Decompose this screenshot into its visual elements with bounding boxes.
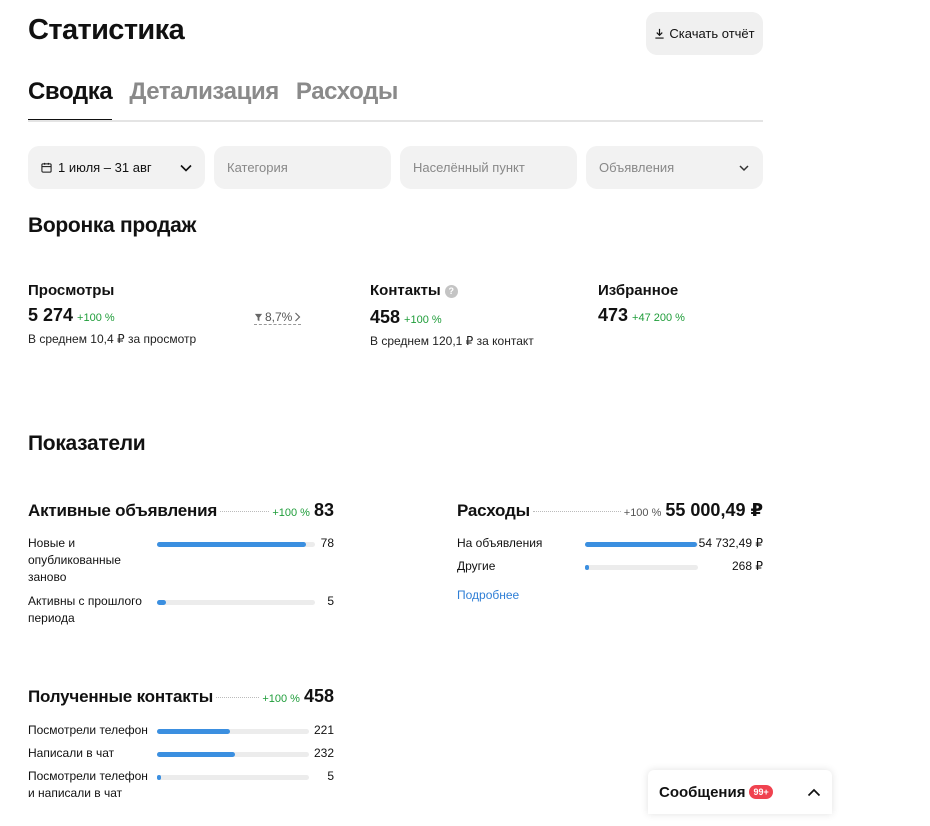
contacts-metric: Контакты? 458 +100 % В среднем 120,1 ₽ за…: [370, 282, 534, 348]
dotted-leader: [220, 511, 270, 512]
contacts-row-value: 221: [313, 723, 334, 737]
dotted-leader: [216, 697, 260, 698]
active-ads-row-value: 78: [320, 536, 334, 550]
contacts-row-value: 232: [313, 746, 334, 760]
contacts-row-label: Написали в чат: [28, 746, 115, 760]
progress-fill: [585, 565, 589, 570]
active-ads-row-label: Активны с прошлого периода: [28, 594, 142, 625]
category-placeholder: Категория: [227, 160, 288, 175]
ads-select[interactable]: Объявления: [586, 146, 763, 189]
messages-badge: 99+: [749, 785, 773, 799]
favorites-label: Избранное: [598, 282, 679, 299]
progress-fill: [157, 752, 235, 757]
views-delta: +100 %: [77, 312, 115, 324]
chevron-up-icon[interactable]: [807, 788, 821, 797]
expenses-block: Расходы +100 % 55 000,49 ₽: [457, 500, 763, 521]
views-metric: Просмотры 5 274 +100 % В среднем 10,4 ₽ з…: [28, 282, 196, 346]
active-ads-row-value: 5: [327, 594, 334, 608]
expenses-total: 55 000,49 ₽: [665, 500, 763, 520]
ads-select-value: Объявления: [599, 160, 675, 175]
download-icon: [655, 28, 665, 39]
help-icon[interactable]: ?: [444, 284, 458, 298]
received-contacts-delta: +100 %: [262, 693, 300, 705]
progress-bar: [157, 729, 309, 734]
contacts-label: Контакты: [370, 282, 441, 299]
progress-bar: [157, 752, 309, 757]
progress-fill: [157, 542, 306, 547]
progress-fill: [157, 600, 167, 605]
received-contacts-title: Полученные контакты: [28, 687, 214, 706]
tabs-divider: [28, 120, 763, 122]
expenses-delta: +100 %: [623, 507, 662, 519]
tab-summary[interactable]: Сводка: [28, 78, 113, 122]
funnel-icon: [254, 313, 263, 321]
progress-bar: [157, 542, 315, 547]
more-details-link[interactable]: Подробнее: [457, 588, 519, 602]
contacts-value: 458: [370, 307, 401, 327]
progress-bar: [585, 565, 698, 570]
locality-placeholder: Населённый пункт: [413, 160, 525, 175]
active-ads-title: Активные объявления: [28, 501, 218, 520]
tab-bar: Сводка Детализация Расходы: [28, 78, 398, 122]
views-value: 5 274: [28, 305, 74, 325]
date-range-select[interactable]: 1 июля – 31 авг: [28, 146, 205, 189]
progress-bar: [157, 600, 315, 605]
progress-fill: [157, 775, 161, 780]
active-ads-row-label: Новые и опубликованные заново: [28, 536, 121, 584]
favorites-metric: Избранное 473 +47 200 %: [598, 282, 685, 326]
views-label: Просмотры: [28, 282, 115, 299]
download-report-label: Скачать отчёт: [669, 26, 755, 41]
indicators-title: Показатели: [28, 432, 146, 455]
contacts-delta: +100 %: [404, 314, 442, 326]
tab-expenses[interactable]: Расходы: [296, 78, 399, 122]
contacts-row-label: Посмотрели телефон: [28, 723, 148, 737]
locality-input[interactable]: Населённый пункт: [400, 146, 577, 189]
expenses-title: Расходы: [457, 501, 530, 520]
funnel-title: Воронка продаж: [28, 214, 197, 237]
dotted-leader: [532, 511, 621, 512]
chevron-down-icon: [180, 164, 192, 172]
chevron-right-icon: [295, 312, 301, 322]
progress-bar: [585, 542, 698, 547]
received-contacts-total: 458: [303, 686, 334, 706]
active-ads-delta: +100 %: [272, 507, 310, 519]
calendar-icon: [41, 162, 52, 173]
progress-fill: [157, 729, 230, 734]
favorites-value: 473: [598, 305, 629, 325]
views-sub: В среднем 10,4 ₽ за просмотр: [28, 332, 197, 346]
contacts-row-label: Посмотрели телефон и написали в чат: [28, 769, 148, 800]
progress-bar: [157, 775, 309, 780]
expenses-row-value: 54 732,49 ₽: [698, 536, 763, 550]
received-contacts-block: Полученные контакты +100 % 458: [28, 686, 334, 707]
expenses-row-label: На объявления: [457, 536, 543, 550]
expenses-row-label: Другие: [457, 559, 496, 573]
date-range-value: 1 июля – 31 авг: [58, 160, 152, 175]
download-report-button[interactable]: Скачать отчёт: [646, 12, 763, 55]
messages-widget[interactable]: Сообщения 99+: [648, 770, 832, 814]
progress-fill: [585, 542, 697, 547]
expenses-row-value: 268 ₽: [732, 559, 763, 573]
contacts-row-value: 5: [327, 769, 334, 783]
page-title: Статистика: [28, 14, 185, 46]
conversion-link[interactable]: 8,7%: [254, 310, 302, 325]
category-input[interactable]: Категория: [214, 146, 391, 189]
conversion-value: 8,7%: [265, 310, 293, 324]
contacts-sub: В среднем 120,1 ₽ за контакт: [370, 334, 534, 348]
messages-label: Сообщения: [659, 783, 746, 801]
tab-details[interactable]: Детализация: [129, 78, 279, 122]
favorites-delta: +47 200 %: [632, 312, 685, 324]
chevron-down-icon: [739, 164, 749, 171]
active-ads-total: 83: [313, 500, 334, 520]
active-ads-block: Активные объявления +100 % 83: [28, 500, 334, 521]
